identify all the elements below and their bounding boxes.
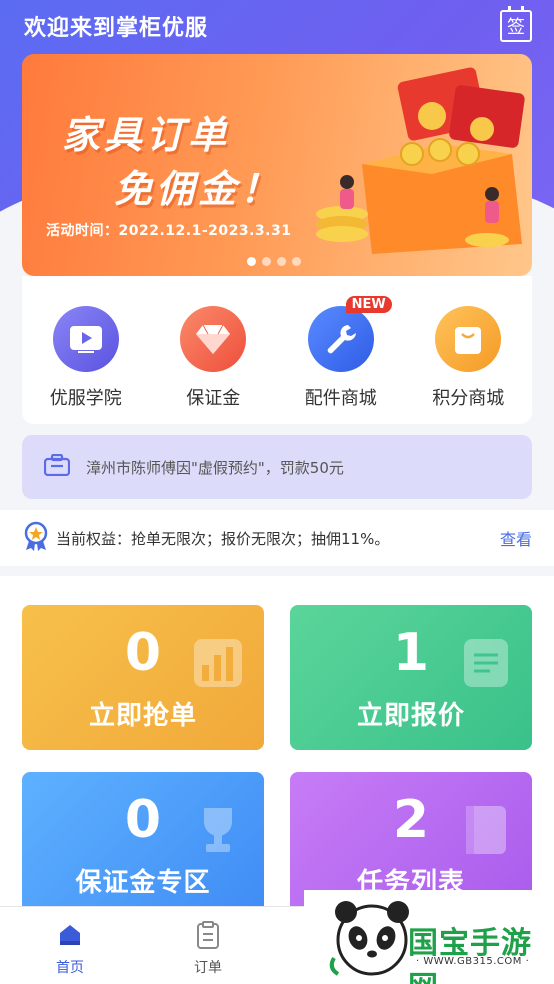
diamond-icon xyxy=(180,306,247,372)
page-title: 欢迎来到掌柜优服 xyxy=(24,16,209,41)
trophy-icon xyxy=(204,808,232,852)
wrench-icon xyxy=(307,306,374,372)
banner-illustration xyxy=(316,67,525,254)
quick-item-points-mall[interactable]: 积分商城 xyxy=(413,306,523,424)
briefcase-icon xyxy=(43,453,71,480)
watermark-text: 国宝手游网 xyxy=(408,926,532,984)
tab-home[interactable]: 首页 xyxy=(30,921,110,977)
chart-icon xyxy=(194,639,242,687)
video-book-icon xyxy=(52,306,119,372)
book-icon xyxy=(466,806,506,854)
card-label: 立即报价 xyxy=(356,701,465,731)
home-icon xyxy=(60,925,80,945)
quick-item-label: 积分商城 xyxy=(432,388,505,409)
promo-banner[interactable]: 家具订单 免佣金！ 活动时间：2022.12.1-2023.3.31 xyxy=(22,54,532,276)
clipboard-icon xyxy=(197,921,219,949)
card-grab-order[interactable]: 0 立即抢单 xyxy=(22,605,264,750)
quick-item-label: 优服学院 xyxy=(49,388,122,409)
tab-label: 首页 xyxy=(56,960,84,976)
rights-text: 当前权益：抢单无限次；报价无限次；抽佣11%。 xyxy=(56,529,390,548)
pagination-dot[interactable] xyxy=(292,257,301,266)
banner-title-line1: 家具订单 xyxy=(62,113,231,157)
watermark-url: · WWW.GB315.COM · xyxy=(416,956,530,967)
notice-text: 漳州市陈师傅因"虚假预约"，罚款50元 xyxy=(86,458,344,477)
card-label: 保证金专区 xyxy=(75,868,211,898)
pagination-dot[interactable] xyxy=(262,257,271,266)
pagination-dot[interactable] xyxy=(277,257,286,266)
quick-menu: 优服学院 保证金 NEW 配件商城 积分商城 xyxy=(22,276,532,424)
pagination-dot[interactable] xyxy=(247,257,256,266)
panda-logo-icon xyxy=(329,901,409,976)
medal-icon xyxy=(22,521,50,555)
banner-pagination[interactable] xyxy=(247,257,301,266)
quick-item-deposit[interactable]: 保证金 xyxy=(158,306,268,424)
action-grid: 0 立即抢单 1 立即报价 0 保证金专区 2 任务列表 xyxy=(0,576,554,917)
notice-bar[interactable]: 漳州市陈师傅因"虚假预约"，罚款50元 xyxy=(22,435,532,499)
quick-item-academy[interactable]: 优服学院 xyxy=(31,306,141,424)
bag-icon xyxy=(435,306,502,372)
card-quote[interactable]: 1 立即报价 xyxy=(290,605,532,750)
site-watermark: 国宝手游网 · WWW.GB315.COM · xyxy=(304,890,554,984)
banner-title-line2: 免佣金！ xyxy=(114,167,283,211)
tab-orders[interactable]: 订单 xyxy=(168,921,248,977)
rights-bar: 当前权益：抢单无限次；报价无限次；抽佣11%。 查看 xyxy=(0,510,554,566)
new-badge: NEW xyxy=(345,296,392,313)
document-icon xyxy=(464,639,508,687)
view-rights-link[interactable]: 查看 xyxy=(500,526,532,550)
quick-item-parts-mall[interactable]: NEW 配件商城 xyxy=(286,296,396,424)
sign-in-button[interactable]: 签 xyxy=(500,6,532,42)
tab-label: 订单 xyxy=(194,960,222,976)
card-label: 立即抢单 xyxy=(88,701,197,731)
quick-item-label: 保证金 xyxy=(186,388,241,409)
banner-date: 活动时间：2022.12.1-2023.3.31 xyxy=(46,223,292,239)
card-deposit-zone[interactable]: 0 保证金专区 xyxy=(22,772,264,917)
quick-item-label: 配件商城 xyxy=(304,388,377,409)
